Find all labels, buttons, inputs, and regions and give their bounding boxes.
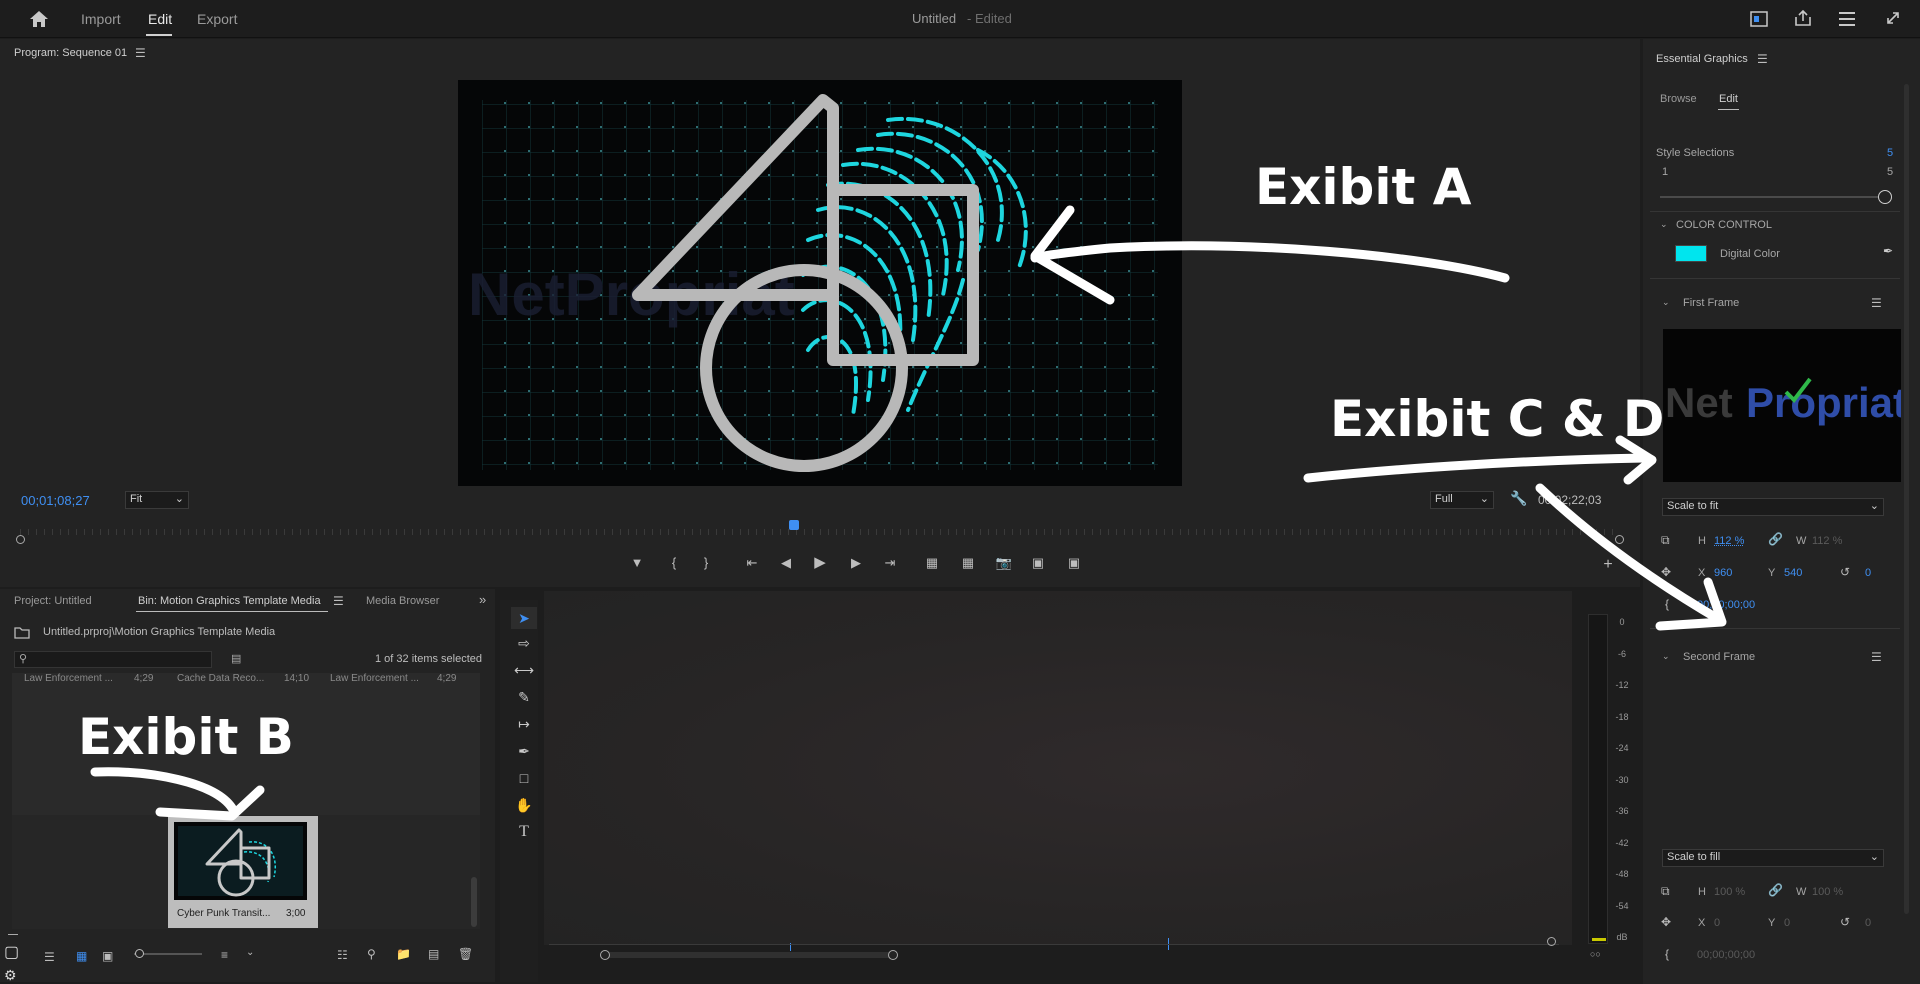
annotation-exhibit-cd: Exibit C & D (1330, 390, 1665, 448)
arrow-d-shaft (1535, 483, 1725, 625)
annotation-arrows (90, 205, 1727, 821)
annotation-exhibit-a: Exibit A (1255, 158, 1472, 216)
arrow-a-shaft (1030, 241, 1510, 283)
arrow-b-shaft (90, 767, 237, 813)
arrow-c-shaft (1303, 453, 1650, 483)
annotation-exhibit-b: Exibit B (78, 708, 294, 766)
